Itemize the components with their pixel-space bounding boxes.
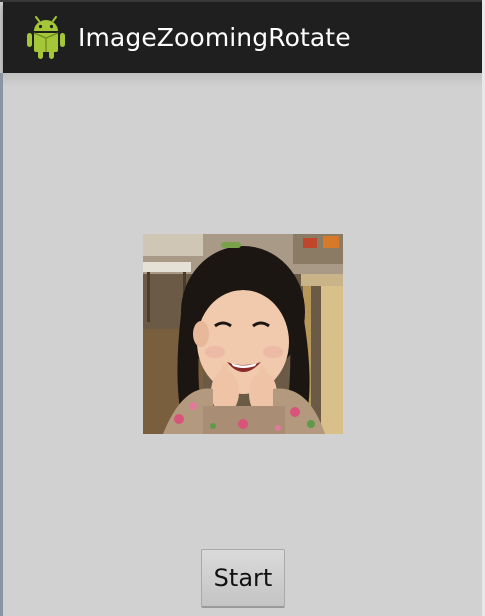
start-button[interactable]: Start [201, 549, 285, 608]
action-bar: ImageZoomingRotate [3, 2, 482, 73]
photo-image[interactable] [143, 234, 343, 434]
app-screen: ImageZoomingRotate Start [0, 0, 485, 616]
window-left-edge [0, 73, 3, 616]
action-bar-shadow [3, 73, 482, 87]
android-robot-icon[interactable] [26, 16, 66, 60]
app-title: ImageZoomingRotate [78, 23, 351, 52]
